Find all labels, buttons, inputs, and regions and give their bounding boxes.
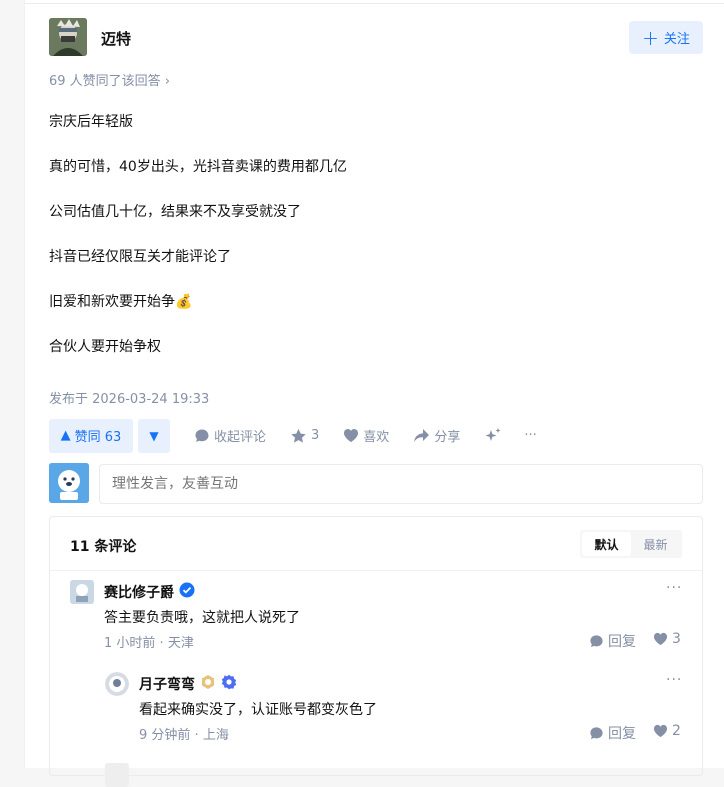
like-count: 2 [672,723,681,739]
action-bar: ▲ 赞同 63 ▼ 收起评论 3 喜欢 分享 ··· [49,418,537,453]
comment-composer [49,463,703,505]
content-line: 真的可惜，40岁出头，光抖音卖课的费用都几亿 [49,159,347,175]
content-line: 旧爱和新欢要开始争💰 [49,294,193,310]
content-line: 公司估值几十亿，结果来不及享受就没了 [49,204,301,220]
share-button[interactable]: 分享 [413,426,460,445]
triangle-up-icon: ▲ [60,428,71,443]
top-divider [25,0,724,4]
plus-icon: + [642,25,659,50]
my-avatar [49,463,89,503]
follow-label: 关注 [663,32,690,47]
comment-location: 天津 [167,636,194,651]
sparkle-icon [484,427,502,445]
commenter-avatar[interactable] [105,672,129,696]
voters-link[interactable]: 69 人赞同了该回答 › [49,70,170,89]
star-count: 3 [311,428,320,443]
commenter-name-text: 赛比修子爵 [104,585,174,601]
heart-icon [653,632,668,646]
comment-time: 9 分钟前 [139,728,191,743]
commenter-avatar[interactable] [70,580,94,604]
commenter-name-text: 月子弯弯 [139,677,195,693]
reply-label: 回复 [608,726,636,742]
heart-icon [653,724,668,738]
comment-reply-button[interactable]: 回复 [589,723,636,743]
follow-button[interactable]: + 关注 [629,21,703,54]
verified-icon [179,582,195,602]
badge-icon [200,674,216,694]
sort-latest[interactable]: 最新 [631,532,680,556]
sort-toggle: 默认 最新 [580,530,682,558]
verified-icon [221,674,237,694]
collapse-comments-label: 收起评论 [214,430,267,445]
upvote-label: 赞同 63 [74,430,122,445]
comment-text: 答主要负责哦，这就把人说死了 [104,610,300,626]
like-button[interactable]: 喜欢 [343,426,389,445]
comment-meta: 1 小时前 · 天津 [104,636,194,651]
comment-more-button[interactable]: ··· [666,580,682,596]
sort-default[interactable]: 默认 [582,532,631,556]
share-icon [413,428,430,443]
ai-sparkle-button[interactable] [484,427,502,445]
author-avatar[interactable] [49,18,87,56]
content-line: 抖音已经仅限互关才能评论了 [49,249,231,265]
share-label: 分享 [434,430,461,445]
commenter-avatar[interactable] [105,763,129,787]
comment-like-button[interactable]: 2 [653,723,681,739]
comments-header: 11 条评论 默认 最新 [50,517,702,571]
comment-icon [590,634,603,647]
content-line: 合伙人要开始争权 [49,339,161,355]
more-button[interactable]: ··· [524,428,536,443]
comment-time: 1 小时前 [104,636,156,651]
commenter-name[interactable]: 月子弯弯 [139,674,237,694]
comment-like-button[interactable]: 3 [653,631,681,647]
publish-time: 发布于 2026-03-24 19:33 [49,392,210,407]
comment-icon [590,726,603,739]
collect-button[interactable]: 3 [290,428,319,444]
upvote-button[interactable]: ▲ 赞同 63 [49,418,133,453]
author-name[interactable]: 迈特 [101,28,131,49]
like-count: 3 [672,631,681,647]
comment-more-button[interactable]: ··· [666,672,682,688]
answer-card: 迈特 + 关注 69 人赞同了该回答 › 宗庆后年轻版 真的可惜，40岁出头，光… [24,0,724,787]
comment-text: 看起来确实没了，认证账号都变灰色了 [139,702,377,718]
star-icon [290,428,307,444]
comment-reply-button[interactable]: 回复 [589,631,636,651]
commenter-name[interactable]: 赛比修子爵 [104,582,195,602]
comments-count: 11 条评论 [70,539,137,555]
comment-meta: 9 分钟前 · 上海 [139,728,229,743]
like-label: 喜欢 [363,430,390,445]
triangle-down-icon: ▼ [149,428,159,443]
answer-content: 宗庆后年轻版 真的可惜，40岁出头，光抖音卖课的费用都几亿 公司估值几十亿，结果… [49,113,347,383]
comment-input[interactable] [99,464,703,504]
more-icon: ··· [524,428,537,443]
reply-label: 回复 [608,634,636,650]
comments-panel: 11 条评论 默认 最新 赛比修子爵 ··· 答主要负责哦，这就把人说死了 1 … [49,516,703,787]
heart-icon [343,428,359,443]
collapse-comments-button[interactable]: 收起评论 [194,426,266,445]
comment-location: 上海 [202,728,229,743]
content-line: 宗庆后年轻版 [49,114,133,130]
comment-icon [194,428,210,444]
downvote-button[interactable]: ▼ [138,418,170,453]
